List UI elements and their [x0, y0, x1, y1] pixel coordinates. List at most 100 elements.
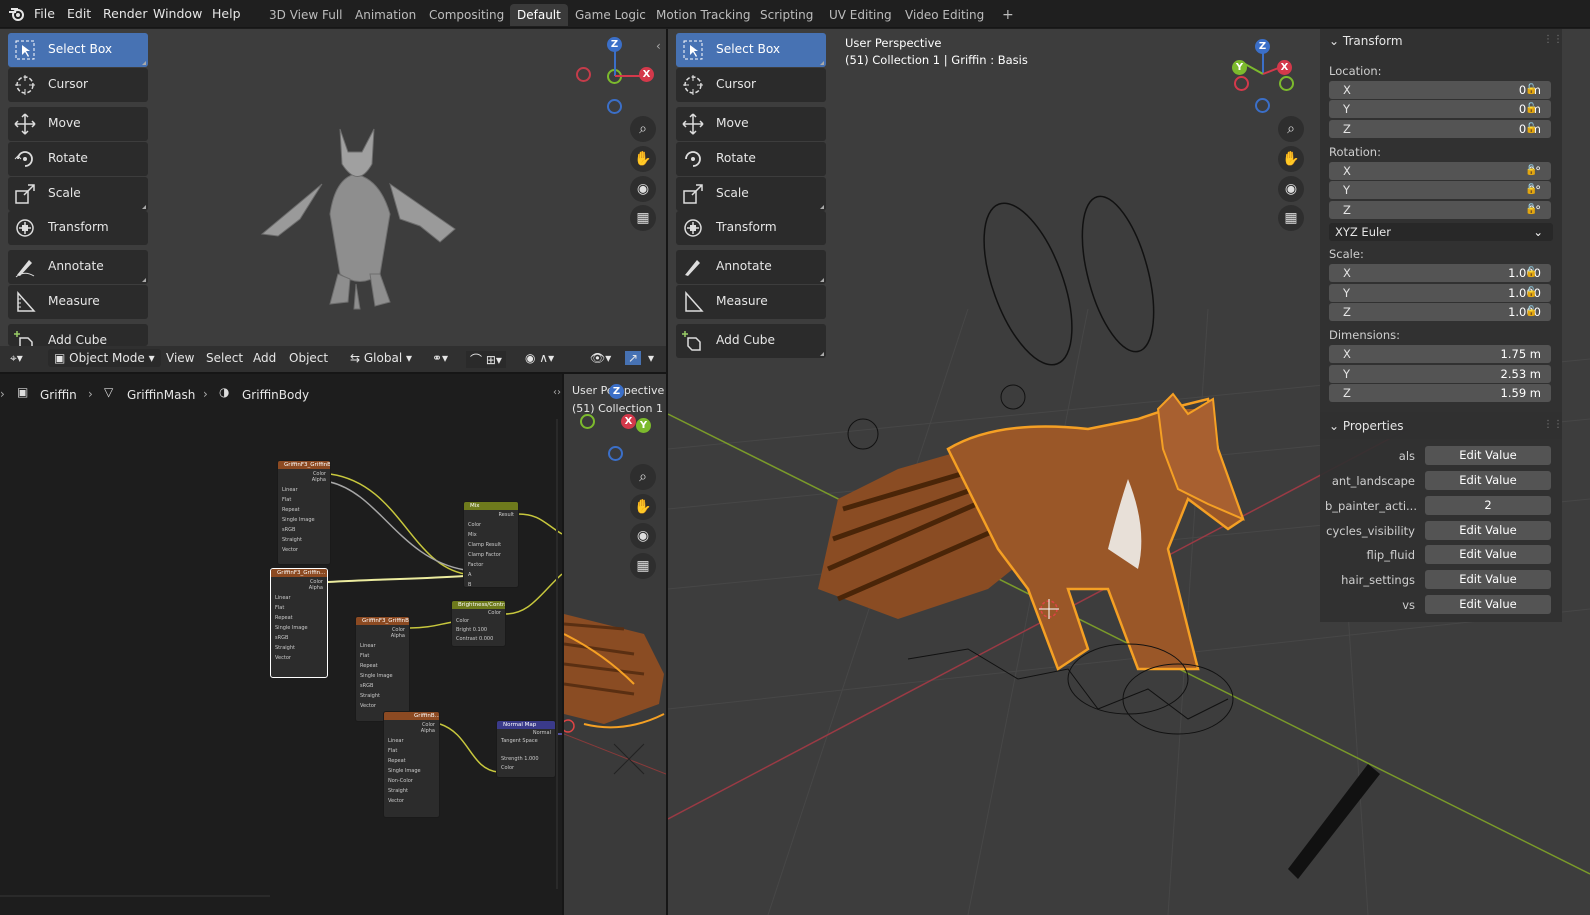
- transform-header[interactable]: ⌄ Transform: [1329, 34, 1403, 48]
- scale-y-field[interactable]: Y 1.000: [1329, 284, 1551, 302]
- main-zoom-icon[interactable]: ⌕: [1278, 116, 1304, 142]
- small-gizmo-y[interactable]: Y: [636, 418, 651, 433]
- main-gizmo-y[interactable]: Y: [1232, 60, 1247, 75]
- menu-file[interactable]: File: [34, 6, 55, 21]
- main-tool-cursor[interactable]: Cursor: [676, 68, 826, 102]
- orientation-dropdown[interactable]: ⇆ Global ▾: [350, 351, 412, 365]
- location-z-field[interactable]: Z0 m: [1329, 120, 1551, 138]
- tool-scale[interactable]: Scale: [8, 177, 148, 211]
- tab-motion-tracking[interactable]: Motion Tracking: [649, 4, 757, 26]
- main-gizmo-x[interactable]: X: [1277, 60, 1292, 75]
- image-texture-node-3[interactable]: GriffinF3_GriffinB... Color Alpha Linear F…: [355, 616, 410, 722]
- brightness-contrast-node[interactable]: Brightness/Contrast Color ColorBright 0.…: [451, 600, 506, 647]
- tool-annotate[interactable]: Annotate: [8, 250, 148, 284]
- tool-rotate[interactable]: Rotate: [8, 142, 148, 176]
- add-workspace-button[interactable]: +: [995, 4, 1021, 26]
- mix-node[interactable]: Mix Result Color Mix Clamp Result Clamp Fac…: [463, 501, 519, 588]
- main-gizmo-z[interactable]: Z: [1255, 39, 1270, 54]
- prop-vs-edit-button[interactable]: Edit Value: [1425, 595, 1551, 614]
- gizmo-dropdown-icon[interactable]: ▾: [648, 351, 654, 365]
- object-mode-dropdown[interactable]: ▣ Object Mode ▾: [48, 349, 161, 367]
- main-tool-add-cube[interactable]: Add Cube: [676, 324, 826, 358]
- shader-node-editor[interactable]: › ▣ Griffin › ▽ GriffinMash › ◑ GriffinB…: [0, 374, 562, 915]
- tool-select-box[interactable]: Select Box: [8, 33, 148, 67]
- menu-render[interactable]: Render: [103, 6, 148, 21]
- snap-icon[interactable]: ⌒ ⊞▾: [466, 351, 506, 368]
- area-divider[interactable]: [0, 372, 666, 374]
- area-divider[interactable]: [562, 374, 564, 915]
- lock-icon[interactable]: 🔓: [1525, 306, 1537, 318]
- lock-icon[interactable]: 🔓: [1525, 103, 1537, 115]
- rotation-z-field[interactable]: Z 0°: [1329, 201, 1551, 219]
- rotation-y-field[interactable]: Y 0°: [1329, 181, 1551, 199]
- gizmo-neg-x[interactable]: [576, 67, 591, 82]
- small-gizmo-neg-z[interactable]: [608, 446, 623, 461]
- prop-b-painter-value[interactable]: 2: [1425, 496, 1551, 515]
- small-viewport[interactable]: User Perspective (51) Collection 1 | Z X…: [564, 374, 666, 915]
- image-texture-node-1[interactable]: GriffinF3_GriffinB... Color Alpha Linear F…: [277, 460, 331, 565]
- location-y-field[interactable]: Y0 m: [1329, 100, 1551, 118]
- tool-transform[interactable]: Transform: [8, 211, 148, 245]
- tab-3d-view-full[interactable]: 3D View Full: [262, 4, 350, 26]
- image-texture-node-2[interactable]: GriffinF3_Griffin... Color Alpha Linear Fl…: [270, 568, 328, 678]
- normal-map-node[interactable]: Normal Map Normal Tangent Space Strength …: [496, 720, 556, 778]
- ortho-grid-icon[interactable]: ▦: [630, 205, 656, 231]
- tab-video-editing[interactable]: Video Editing: [898, 4, 991, 26]
- dimensions-y-field[interactable]: Y 2.53 m: [1329, 365, 1551, 383]
- small-gizmo-neg-y[interactable]: [580, 414, 595, 429]
- visibility-icon[interactable]: 👁▾: [590, 351, 611, 365]
- lock-icon[interactable]: 🔓: [1525, 204, 1537, 216]
- gizmo-neg-z[interactable]: [607, 99, 622, 114]
- image-texture-node-4[interactable]: GriffinB... Color Alpha Linear Flat Repeat S…: [383, 711, 440, 818]
- tab-animation[interactable]: Animation: [348, 4, 423, 26]
- blender-logo-icon[interactable]: [8, 6, 26, 22]
- tab-default[interactable]: Default: [510, 4, 568, 26]
- menu-add[interactable]: Add: [253, 351, 276, 365]
- tool-measure[interactable]: Measure: [8, 285, 148, 319]
- menu-window[interactable]: Window: [153, 6, 202, 21]
- main-tool-scale[interactable]: Scale: [676, 177, 826, 211]
- main-tool-move[interactable]: Move: [676, 107, 826, 141]
- dimensions-x-field[interactable]: X 1.75 m: [1329, 345, 1551, 363]
- prop-ant-landscape-edit-button[interactable]: Edit Value: [1425, 471, 1551, 490]
- tab-game-logic[interactable]: Game Logic: [568, 4, 653, 26]
- location-x-field[interactable]: X0 m: [1329, 81, 1551, 99]
- main-tool-select-box[interactable]: Select Box: [676, 33, 826, 67]
- main-pan-hand-icon[interactable]: ✋: [1278, 146, 1304, 172]
- small-camera-view-icon[interactable]: ◉: [630, 523, 656, 549]
- area-divider[interactable]: [666, 29, 668, 915]
- prop-als-edit-button[interactable]: Edit Value: [1425, 446, 1551, 465]
- main-gizmo-neg-x[interactable]: [1234, 76, 1249, 91]
- lock-icon[interactable]: 🔓: [1525, 84, 1537, 96]
- prop-flip-fluid-edit-button[interactable]: Edit Value: [1425, 545, 1551, 564]
- zoom-icon[interactable]: ⌕: [630, 116, 656, 142]
- menu-object[interactable]: Object: [289, 351, 328, 365]
- dimensions-z-field[interactable]: Z 1.59 m: [1329, 384, 1551, 402]
- main-gizmo-neg-z[interactable]: [1255, 98, 1270, 113]
- tab-scripting[interactable]: Scripting: [753, 4, 820, 26]
- tool-cursor[interactable]: Cursor: [8, 68, 148, 102]
- tab-compositing[interactable]: Compositing: [422, 4, 511, 26]
- menu-edit[interactable]: Edit: [67, 6, 91, 21]
- lock-icon[interactable]: 🔓: [1525, 267, 1537, 279]
- main-tool-measure[interactable]: Measure: [676, 285, 826, 319]
- tool-add-cube[interactable]: Add Cube: [8, 324, 148, 351]
- small-zoom-icon[interactable]: ⌕: [630, 464, 656, 490]
- camera-view-icon[interactable]: ◉: [630, 176, 656, 202]
- prop-hair-settings-edit-button[interactable]: Edit Value: [1425, 570, 1551, 589]
- main-ortho-grid-icon[interactable]: ▦: [1278, 205, 1304, 231]
- tab-uv-editing[interactable]: UV Editing: [822, 4, 899, 26]
- drag-handle-icon[interactable]: ⋮⋮: [1543, 419, 1563, 430]
- main-tool-transform[interactable]: Transform: [676, 211, 826, 245]
- gizmo-toggle-icon[interactable]: ↗: [625, 351, 642, 365]
- collapse-arrow-icon[interactable]: ‹: [656, 39, 661, 53]
- menu-select[interactable]: Select: [206, 351, 243, 365]
- menu-view[interactable]: View: [166, 351, 194, 365]
- drag-handle-icon[interactable]: ⋮⋮: [1543, 34, 1563, 45]
- tool-move[interactable]: Move: [8, 107, 148, 141]
- rotation-mode-dropdown[interactable]: XYZ Euler ⌄: [1329, 223, 1553, 241]
- pan-hand-icon[interactable]: ✋: [630, 146, 656, 172]
- lock-icon[interactable]: 🔓: [1525, 165, 1537, 177]
- scale-z-field[interactable]: Z 1.000: [1329, 303, 1551, 321]
- proportional-edit-icon[interactable]: ◉ ∧▾: [525, 351, 554, 365]
